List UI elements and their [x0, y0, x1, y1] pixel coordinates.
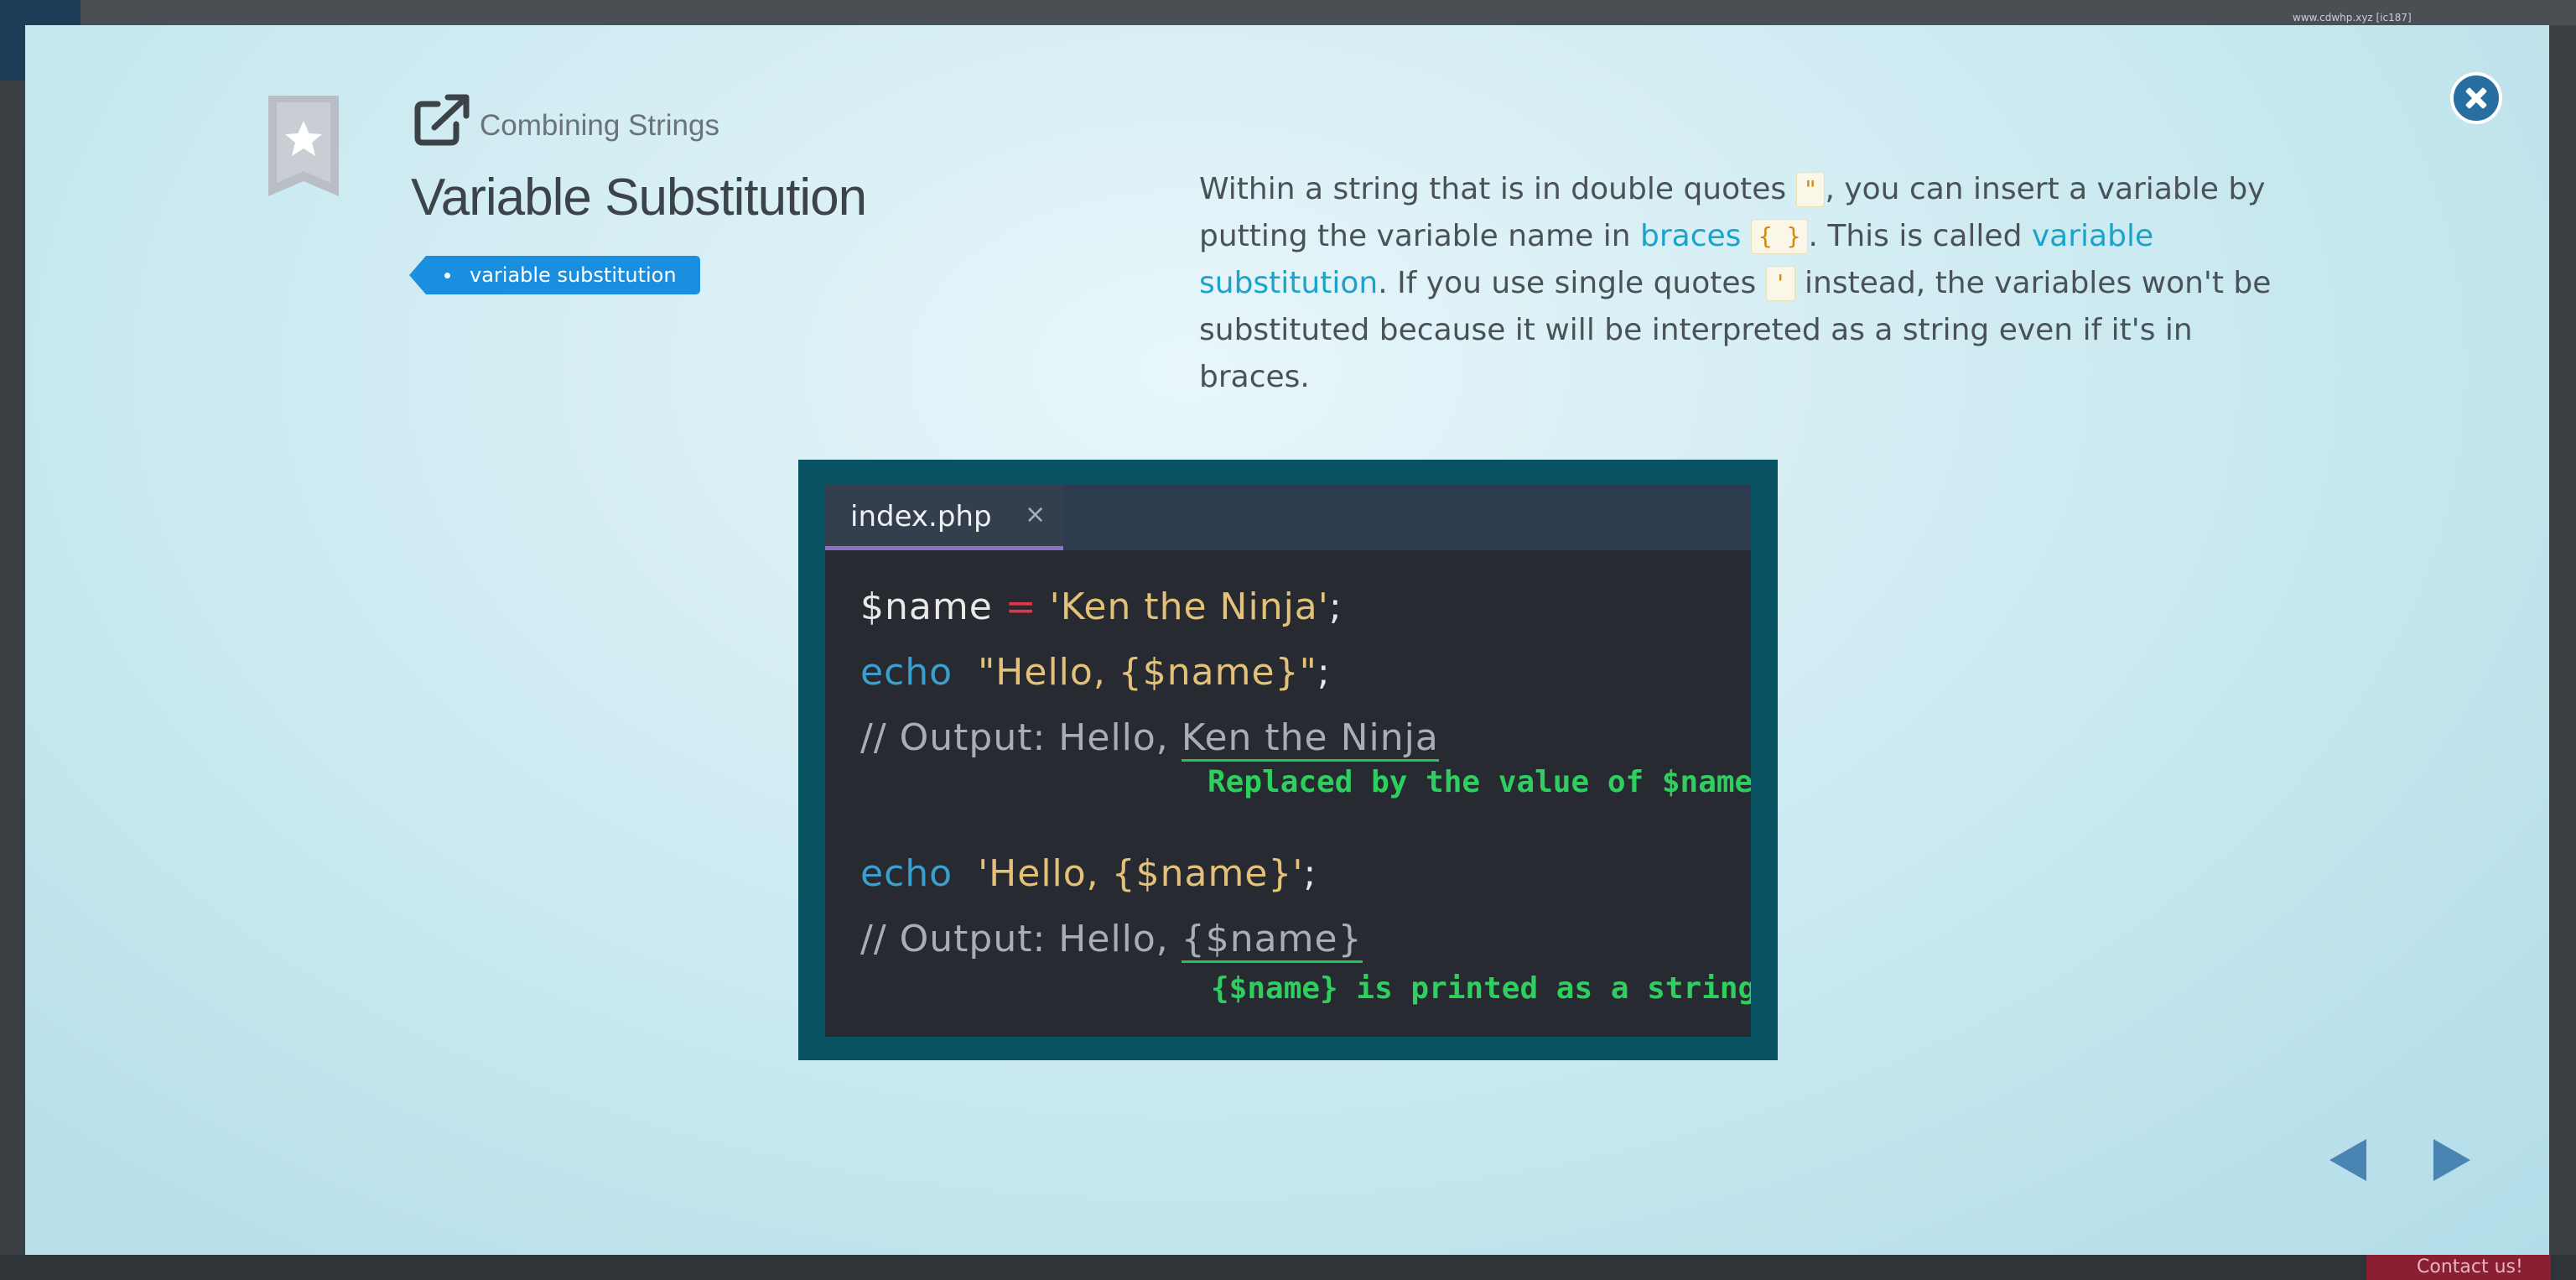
code-line: echo 'Hello, {$name}'; [860, 852, 1317, 895]
background-top-bar [0, 0, 2576, 25]
code-semicolon: ; [1328, 585, 1343, 628]
triangle-left-icon[interactable] [2329, 1139, 2366, 1181]
tab-label: index.php [850, 500, 992, 533]
code-variable: $name [860, 585, 993, 628]
code-keyword: echo [860, 651, 953, 694]
code-line: echo "Hello, {$name}"; [860, 651, 1331, 694]
code-string: 'Ken the Ninja' [1049, 585, 1329, 628]
desc-text: . If you use single quotes [1378, 266, 1766, 300]
code-slide: index.php × $name = 'Ken the Ninja'; ech… [798, 460, 1778, 1060]
page-title: Variable Substitution [411, 169, 867, 226]
close-icon[interactable] [2450, 72, 2502, 124]
code-operator: = [1005, 585, 1037, 628]
desc-text: Within a string that is in double quotes [1199, 172, 1796, 206]
triangle-right-icon[interactable] [2433, 1139, 2470, 1181]
code-keyword: echo [860, 852, 953, 895]
code-semicolon: ; [1317, 651, 1331, 694]
annotation: {$name} is printed as a string [1211, 971, 1751, 1006]
code-string: "Hello, {$name}" [978, 651, 1317, 694]
description: Within a string that is in double quotes… [1199, 166, 2306, 401]
code-line: // Output: Hello, Ken the Ninja [860, 716, 1439, 762]
code-string: 'Hello, {$name}' [978, 852, 1304, 895]
code-editor: index.php × $name = 'Ken the Ninja'; ech… [825, 485, 1751, 1037]
output-value: {$name} [1181, 918, 1363, 963]
code-semicolon: ; [1303, 852, 1317, 895]
code-comment: // Output: Hello, [860, 918, 1182, 960]
external-link-icon [414, 94, 470, 146]
output-value: Ken the Ninja [1181, 716, 1439, 762]
code-line: $name = 'Ken the Ninja'; [860, 585, 1343, 628]
contact-button[interactable]: Contact us! [2366, 1255, 2551, 1280]
code-line: // Output: Hello, {$name} [860, 918, 1363, 963]
keyword-braces: braces [1640, 219, 1742, 253]
tab-index-php: index.php × [825, 485, 1063, 550]
background-url: www.cdwhp.xyz [ic187] [2293, 12, 2412, 23]
editor-tab-bar: index.php × [825, 485, 1751, 550]
tag-variable-substitution[interactable]: variable substitution [409, 256, 700, 294]
bookmark-star-icon[interactable] [268, 96, 339, 196]
code-double-quote: " [1795, 172, 1826, 207]
annotation: Replaced by the value of $name [1208, 765, 1751, 799]
background-bottom-bar [0, 1255, 2576, 1280]
code-braces: { } [1750, 219, 1809, 254]
slide-modal: Combining Strings Variable Substitution … [25, 25, 2549, 1255]
lesson-name: Combining Strings [480, 109, 719, 142]
code-comment: // Output: Hello, [860, 716, 1182, 759]
tab-close-icon: × [1025, 500, 1046, 529]
code-single-quote: ' [1765, 266, 1795, 301]
desc-text: . This is called [1808, 219, 2032, 253]
